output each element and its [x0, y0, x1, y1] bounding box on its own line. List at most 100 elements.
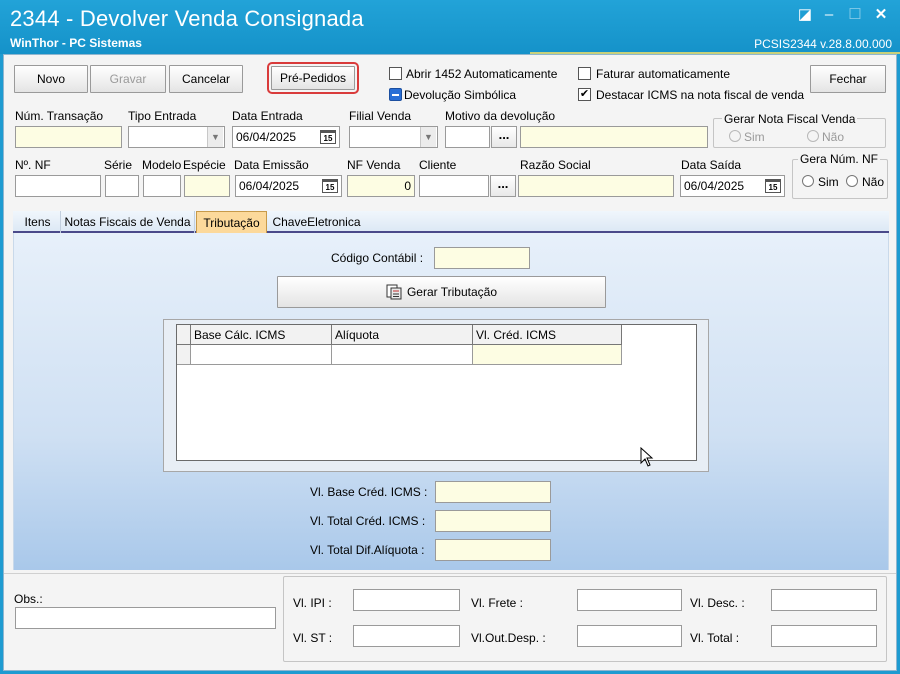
- cliente-input[interactable]: [419, 175, 489, 197]
- vl-out-desp-input[interactable]: [577, 625, 682, 647]
- grid-row-indicator[interactable]: [177, 345, 191, 365]
- vl-out-desp-label: Vl.Out.Desp. :: [471, 631, 546, 645]
- calendar-icon[interactable]: 15: [765, 179, 781, 193]
- filial-venda-label: Filial Venda: [349, 109, 412, 123]
- razao-social-label: Razão Social: [520, 158, 591, 172]
- especie-label: Espécie: [183, 158, 226, 172]
- data-entrada-input[interactable]: 06/04/2025 15: [232, 126, 340, 148]
- abrir-1452-checkbox[interactable]: [389, 67, 402, 80]
- codigo-contabil-label: Código Contábil :: [331, 251, 424, 265]
- vl-total-dif-label: Vl. Total Dif.Alíquota :: [310, 543, 425, 557]
- tab-itens[interactable]: Itens: [15, 211, 61, 233]
- novo-button[interactable]: Novo: [14, 65, 88, 93]
- tipo-entrada-label: Tipo Entrada: [128, 109, 197, 123]
- vl-total-cred-label: Vl. Total Créd. ICMS :: [310, 514, 426, 528]
- especie-input[interactable]: [184, 175, 230, 197]
- vl-st-input[interactable]: [353, 625, 460, 647]
- vl-base-cred-input[interactable]: [435, 481, 551, 503]
- vl-desc-input[interactable]: [771, 589, 877, 611]
- main-form: Novo Gravar Cancelar Pré-Pedidos Fechar …: [3, 54, 897, 671]
- cliente-search-button[interactable]: ...: [490, 175, 516, 197]
- abrir-1452-label: Abrir 1452 Automaticamente: [406, 67, 558, 81]
- motivo-devolucao-code-input[interactable]: [445, 126, 490, 148]
- tab-strip: Itens Notas Fiscais de Venda Tributação …: [13, 211, 889, 233]
- gera-num-nf-sim-radio[interactable]: [802, 175, 814, 187]
- tab-chave-eletronica[interactable]: ChaveEletronica: [268, 211, 365, 233]
- minimize-icon[interactable]: –: [820, 6, 838, 24]
- pre-pedidos-button[interactable]: Pré-Pedidos: [267, 62, 359, 94]
- tipo-entrada-chevron-down-icon[interactable]: ▼: [207, 127, 223, 147]
- motivo-devolucao-search-button[interactable]: ...: [491, 126, 517, 148]
- modelo-label: Modelo: [142, 158, 182, 172]
- vl-ipi-input[interactable]: [353, 589, 460, 611]
- destacar-icms-checkbox[interactable]: ✔: [578, 88, 591, 101]
- vl-ipi-label: Vl. IPI :: [293, 596, 332, 610]
- gerar-nf-venda-nao-label: Não: [822, 130, 845, 144]
- data-saida-input[interactable]: 06/04/2025 15: [680, 175, 785, 197]
- calendar-icon[interactable]: 15: [320, 130, 336, 144]
- restore-icon[interactable]: ◪: [796, 6, 814, 24]
- data-emissao-value: 06/04/2025: [239, 179, 300, 193]
- gerar-nf-venda-sim-label: Sim: [744, 130, 765, 144]
- vl-desc-label: Vl. Desc. :: [690, 596, 745, 610]
- destacar-icms-label: Destacar ICMS na nota fiscal de venda: [596, 88, 805, 102]
- tab-tributacao[interactable]: Tributação: [196, 211, 267, 233]
- obs-label: Obs.:: [14, 592, 43, 606]
- gerar-nf-venda-title: Gerar Nota Fiscal Venda: [722, 112, 858, 126]
- nf-venda-input[interactable]: 0: [347, 175, 415, 197]
- filial-venda-chevron-down-icon[interactable]: ▼: [420, 127, 436, 147]
- gerar-tributacao-button[interactable]: Gerar Tributação: [277, 276, 606, 308]
- codigo-contabil-input[interactable]: [434, 247, 530, 269]
- devolucao-simbolica-checkbox[interactable]: [389, 88, 402, 101]
- tab-notas-fiscais-venda[interactable]: Notas Fiscais de Venda: [61, 211, 195, 233]
- data-saida-value: 06/04/2025: [684, 179, 745, 193]
- mouse-pointer-icon: [640, 447, 654, 467]
- grid-header-aliquota[interactable]: Alíquota: [332, 325, 473, 345]
- num-transacao-input[interactable]: [15, 126, 122, 148]
- vl-total-input[interactable]: [771, 625, 877, 647]
- grid-corner: [177, 325, 191, 345]
- icms-grid[interactable]: Base Cálc. ICMS Alíquota Vl. Créd. ICMS: [176, 324, 697, 461]
- vl-total-label: Vl. Total :: [690, 631, 740, 645]
- razao-social-input[interactable]: [518, 175, 674, 197]
- gerar-nf-venda-nao-radio[interactable]: [807, 130, 819, 142]
- window-subtitle: WinThor - PC Sistemas: [10, 36, 142, 50]
- maximize-icon[interactable]: ☐: [846, 6, 864, 24]
- vl-total-dif-input[interactable]: [435, 539, 551, 561]
- gera-num-nf-sim-label: Sim: [818, 175, 839, 189]
- data-emissao-label: Data Emissão: [234, 158, 309, 172]
- gravar-button[interactable]: Gravar: [90, 65, 166, 93]
- motivo-devolucao-desc-input[interactable]: [520, 126, 708, 148]
- faturar-auto-label: Faturar automaticamente: [596, 67, 731, 81]
- gera-num-nf-nao-radio[interactable]: [846, 175, 858, 187]
- num-transacao-label: Núm. Transação: [15, 109, 104, 123]
- table-row[interactable]: [191, 345, 332, 365]
- data-emissao-input[interactable]: 06/04/2025 15: [235, 175, 342, 197]
- title-bar: 2344 - Devolver Venda Consignada WinThor…: [0, 0, 900, 54]
- footer-separator: [4, 573, 896, 574]
- calendar-icon[interactable]: 15: [322, 179, 338, 193]
- fechar-button[interactable]: Fechar: [810, 65, 886, 93]
- num-nf-label: Nº. NF: [15, 158, 51, 172]
- devolucao-simbolica-label: Devolução Simbólica: [404, 88, 517, 102]
- window-title: 2344 - Devolver Venda Consignada: [10, 6, 364, 31]
- vl-base-cred-label: Vl. Base Créd. ICMS :: [310, 485, 428, 499]
- table-row[interactable]: [473, 345, 622, 365]
- vl-frete-input[interactable]: [577, 589, 682, 611]
- faturar-auto-checkbox[interactable]: [578, 67, 591, 80]
- vl-total-cred-input[interactable]: [435, 510, 551, 532]
- grid-header-vl-cred[interactable]: Vl. Créd. ICMS: [473, 325, 622, 345]
- motivo-devolucao-label: Motivo da devolução: [445, 109, 556, 123]
- table-row[interactable]: [332, 345, 473, 365]
- cancelar-button[interactable]: Cancelar: [169, 65, 243, 93]
- data-saida-label: Data Saída: [681, 158, 742, 172]
- gerar-tributacao-label: Gerar Tributação: [406, 285, 498, 299]
- num-nf-input[interactable]: [15, 175, 101, 197]
- close-icon[interactable]: ✕: [872, 6, 890, 24]
- grid-header-base-calc[interactable]: Base Cálc. ICMS: [191, 325, 332, 345]
- gerar-nf-venda-sim-radio[interactable]: [729, 130, 741, 142]
- obs-input[interactable]: [15, 607, 276, 629]
- serie-input[interactable]: [105, 175, 139, 197]
- gera-num-nf-title: Gera Núm. NF: [798, 152, 881, 166]
- modelo-input[interactable]: [143, 175, 181, 197]
